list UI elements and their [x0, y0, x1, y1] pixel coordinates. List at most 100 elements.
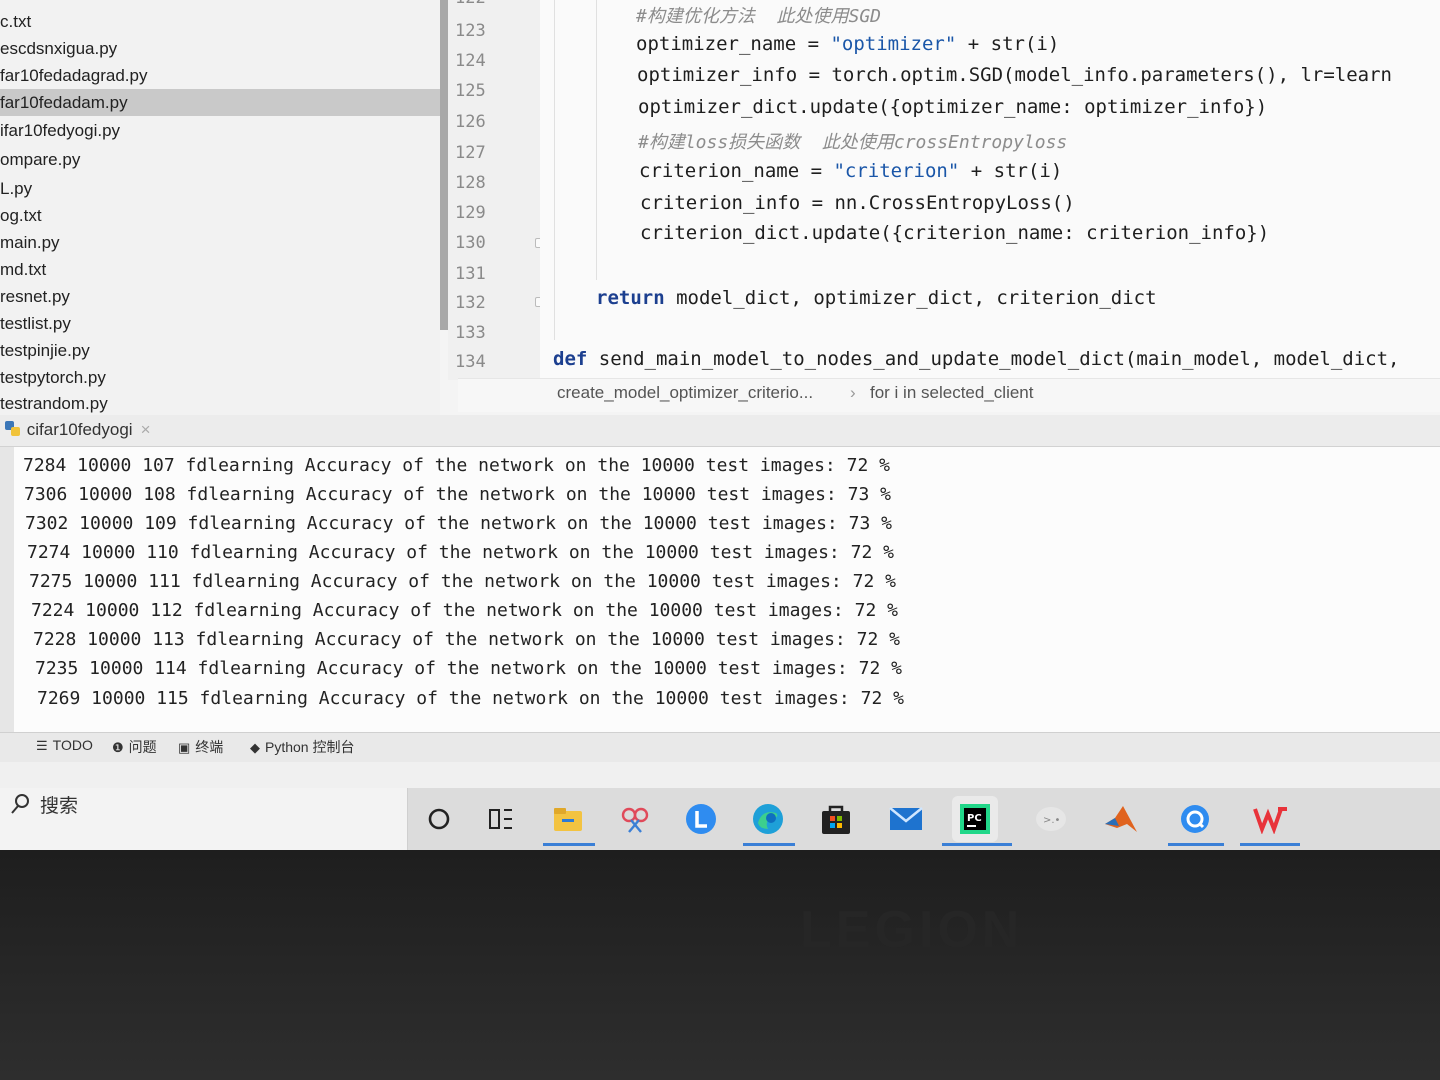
line-number: 132	[455, 293, 486, 313]
screen: c.txt escdsnxigua.py far10fedadagrad.py …	[0, 0, 1440, 850]
terminal-icon: ▣	[178, 740, 191, 755]
file-tree-item[interactable]: testrandom.py	[0, 390, 440, 417]
list-icon: ☰	[36, 738, 48, 753]
qq-browser-icon[interactable]	[1172, 796, 1218, 842]
code-keyword: def	[553, 348, 588, 370]
file-tree-item-selected[interactable]: far10fedadam.py	[0, 89, 440, 116]
code-comment: #构建优化方法 此处使用SGD	[636, 6, 882, 27]
file-tree-item[interactable]: escdsnxigua.py	[0, 35, 440, 62]
console-line: 7274 10000 110 fdlearning Accuracy of th…	[27, 542, 894, 563]
python-icon: ◆	[250, 740, 260, 755]
running-indicator-active	[942, 843, 1012, 846]
file-tree-item[interactable]: testpinjie.py	[0, 337, 440, 364]
file-explorer-icon[interactable]	[545, 796, 591, 842]
running-indicator	[743, 843, 795, 846]
tool-label: TODO	[52, 737, 93, 753]
file-name: ifar10fedyogi.py	[0, 121, 121, 140]
line-number: 123	[455, 21, 486, 41]
file-tree-item[interactable]: md.txt	[0, 256, 440, 283]
run-tab-label: cifar10fedyogi	[26, 420, 133, 439]
snipping-tool-icon[interactable]	[612, 796, 658, 842]
line-number: 126	[455, 112, 486, 132]
file-tree-item[interactable]: main.py	[0, 229, 440, 256]
tool-label: 终端	[195, 739, 224, 755]
line-number: 125	[455, 81, 486, 101]
lark-icon[interactable]	[678, 796, 724, 842]
console-line: 7306 10000 108 fdlearning Accuracy of th…	[24, 484, 891, 505]
running-indicator	[543, 843, 595, 846]
close-icon[interactable]: ×	[141, 420, 151, 439]
code-text: send_main_model_to_nodes_and_update_mode…	[587, 348, 1400, 370]
task-view-icon[interactable]	[478, 796, 524, 842]
file-name: md.txt	[0, 260, 47, 279]
brand-logo: LEGION	[800, 901, 1024, 959]
project-file-tree: c.txt escdsnxigua.py far10fedadagrad.py …	[0, 0, 440, 415]
code-line: optimizer_dict.update({optimizer_name: o…	[638, 96, 1268, 118]
python-file-icon	[4, 420, 22, 438]
file-name: resnet.py	[0, 287, 70, 306]
line-number: 124	[455, 51, 486, 71]
file-tree-item[interactable]: L.py	[0, 175, 440, 202]
console-line: 7302 10000 109 fdlearning Accuracy of th…	[25, 513, 892, 534]
indent-guide	[596, 0, 597, 280]
terminal-button[interactable]: ▣ 终端	[178, 737, 223, 757]
file-tree-item[interactable]: testlist.py	[0, 310, 440, 337]
file-tree-item[interactable]: resnet.py	[0, 283, 440, 310]
pycharm-icon[interactable]: PC	[952, 796, 998, 842]
code-line: criterion_name = "criterion" + str(i)	[639, 160, 1062, 182]
file-name: testpytorch.py	[0, 368, 106, 387]
file-name: testpinjie.py	[0, 341, 90, 360]
line-number: 128	[455, 173, 486, 193]
breadcrumb-item[interactable]: create_model_optimizer_criterio...	[557, 383, 813, 403]
chat-app-icon[interactable]: >.•	[1028, 796, 1074, 842]
svg-text:>.•: >.•	[1043, 815, 1060, 826]
line-number: 133	[455, 323, 486, 343]
windows-taskbar: 搜索 PC >.•	[0, 788, 1440, 850]
cortana-icon[interactable]	[416, 796, 462, 842]
code-line: return model_dict, optimizer_dict, crite…	[596, 287, 1157, 309]
taskbar-search-box[interactable]: 搜索	[0, 788, 408, 850]
todo-button[interactable]: ☰ TODO	[36, 737, 93, 754]
status-bar	[0, 762, 1440, 788]
line-number: 129	[455, 203, 486, 223]
matlab-icon[interactable]	[1098, 796, 1144, 842]
line-number: 130	[455, 233, 486, 253]
wps-office-icon[interactable]	[1248, 796, 1294, 842]
file-name: og.txt	[0, 206, 42, 225]
code-text: + str(i)	[956, 33, 1060, 55]
search-icon	[10, 792, 32, 822]
console-toolbar	[0, 447, 14, 732]
file-name: far10fedadagrad.py	[0, 66, 148, 85]
file-tree-item[interactable]: testpytorch.py	[0, 364, 440, 391]
running-indicator	[1168, 843, 1224, 846]
file-tree-item[interactable]: ompare.py	[0, 146, 440, 173]
search-placeholder: 搜索	[40, 796, 79, 817]
file-tree-item[interactable]: og.txt	[0, 202, 440, 229]
file-tree-item[interactable]: far10fedadagrad.py	[0, 62, 440, 89]
problems-button[interactable]: ❶ 问题	[112, 737, 157, 757]
code-line: optimizer_info = torch.optim.SGD(model_i…	[637, 64, 1392, 86]
breadcrumb-item[interactable]: for i in selected_client	[870, 383, 1033, 403]
code-editor[interactable]	[540, 0, 1440, 380]
run-tab[interactable]: cifar10fedyogi ×	[0, 420, 151, 446]
problems-icon: ❶	[112, 740, 124, 755]
svg-text:PC: PC	[967, 813, 982, 824]
microsoft-store-icon[interactable]	[813, 796, 859, 842]
console-line: 7284 10000 107 fdlearning Accuracy of th…	[23, 455, 890, 476]
code-text: model_dict, optimizer_dict, criterion_di…	[664, 287, 1157, 309]
mail-icon[interactable]	[883, 796, 929, 842]
code-comment: #构建loss损失函数 此处使用crossEntropyloss	[638, 132, 1068, 153]
file-tree-item[interactable]: c.txt	[0, 8, 440, 35]
breadcrumb-separator-icon: ›	[850, 383, 856, 402]
console-line: 7235 10000 114 fdlearning Accuracy of th…	[35, 658, 902, 679]
console-line: 7269 10000 115 fdlearning Accuracy of th…	[37, 688, 904, 709]
running-indicator	[1240, 843, 1300, 846]
edge-icon[interactable]	[745, 796, 791, 842]
editor-breadcrumb: create_model_optimizer_criterio... › for…	[458, 378, 1440, 412]
file-tree-item[interactable]: ifar10fedyogi.py	[0, 117, 440, 144]
code-line: def send_main_model_to_nodes_and_update_…	[553, 348, 1400, 370]
file-name: testlist.py	[0, 314, 71, 333]
file-tree-scrollbar[interactable]	[440, 0, 448, 330]
python-console-button[interactable]: ◆ Python 控制台	[250, 737, 354, 757]
code-keyword: return	[596, 287, 665, 309]
